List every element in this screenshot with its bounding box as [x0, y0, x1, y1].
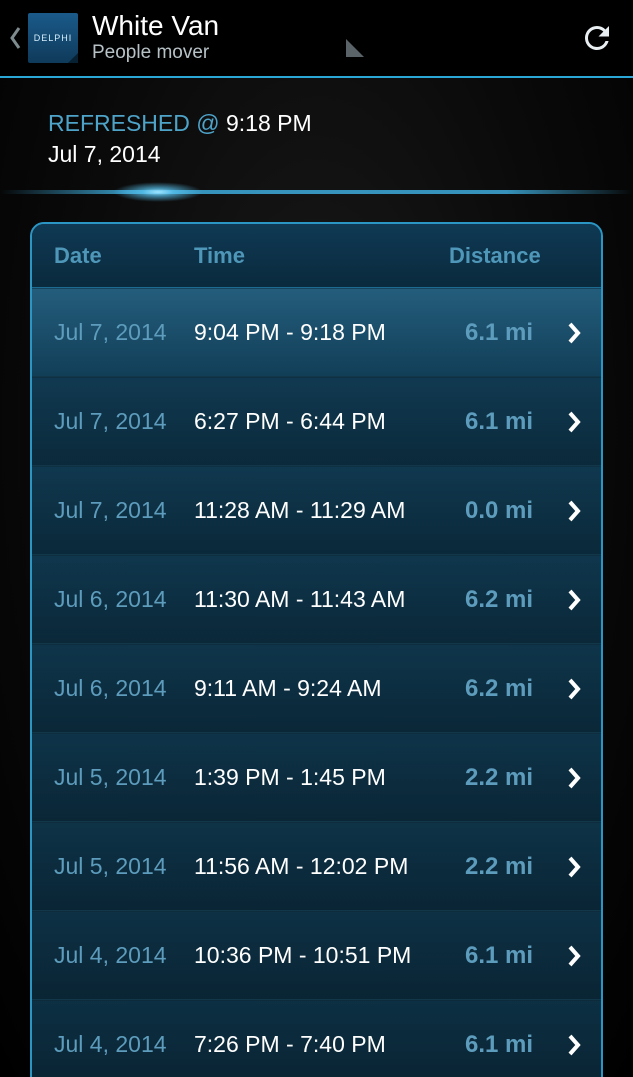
cell-date: Jul 7, 2014 — [54, 319, 194, 346]
cell-time: 11:28 AM - 11:29 AM — [194, 497, 465, 524]
refresh-date: Jul 7, 2014 — [48, 139, 613, 170]
brand-icon[interactable]: DELPHI — [28, 13, 78, 63]
cell-time: 6:27 PM - 6:44 PM — [194, 408, 465, 435]
row-chevron — [561, 498, 587, 524]
cell-distance: 2.2 mi — [465, 853, 561, 881]
cell-date: Jul 7, 2014 — [54, 497, 194, 524]
table-row[interactable]: Jul 7, 201411:28 AM - 11:29 AM0.0 mi — [32, 466, 601, 555]
chevron-right-icon — [566, 1032, 582, 1058]
cell-distance: 6.1 mi — [465, 942, 561, 970]
cell-date: Jul 4, 2014 — [54, 942, 194, 969]
cell-time: 9:11 AM - 9:24 AM — [194, 675, 465, 702]
app-bar: DELPHI White Van People mover — [0, 0, 633, 78]
header-time: Time — [194, 243, 449, 269]
cell-time: 11:56 AM - 12:02 PM — [194, 853, 465, 880]
table-row[interactable]: Jul 6, 201411:30 AM - 11:43 AM6.2 mi — [32, 555, 601, 644]
dropdown-indicator[interactable] — [342, 35, 366, 59]
table-row[interactable]: Jul 6, 20149:11 AM - 9:24 AM6.2 mi — [32, 644, 601, 733]
cell-distance: 6.2 mi — [465, 675, 561, 703]
brand-text: DELPHI — [34, 33, 73, 43]
table-row[interactable]: Jul 7, 20146:27 PM - 6:44 PM6.1 mi — [32, 377, 601, 466]
cell-date: Jul 5, 2014 — [54, 853, 194, 880]
header-distance: Distance — [449, 243, 579, 269]
table-header: Date Time Distance — [32, 224, 601, 288]
header-date: Date — [54, 243, 194, 269]
cell-time: 9:04 PM - 9:18 PM — [194, 319, 465, 346]
cell-distance: 0.0 mi — [465, 497, 561, 525]
row-chevron — [561, 854, 587, 880]
refresh-icon — [579, 20, 615, 56]
table-row[interactable]: Jul 5, 201411:56 AM - 12:02 PM2.2 mi — [32, 822, 601, 911]
back-button[interactable] — [6, 25, 28, 51]
table-row[interactable]: Jul 4, 201410:36 PM - 10:51 PM6.1 mi — [32, 911, 601, 1000]
refresh-button[interactable] — [575, 16, 619, 60]
cell-date: Jul 7, 2014 — [54, 408, 194, 435]
table-body: Jul 7, 20149:04 PM - 9:18 PM6.1 miJul 7,… — [32, 288, 601, 1077]
divider-glow — [0, 190, 633, 194]
chevron-right-icon — [566, 587, 582, 613]
cell-distance: 6.1 mi — [465, 408, 561, 436]
table-row[interactable]: Jul 4, 20147:26 PM - 7:40 PM6.1 mi — [32, 1000, 601, 1077]
table-row[interactable]: Jul 5, 20141:39 PM - 1:45 PM2.2 mi — [32, 733, 601, 822]
refresh-status: REFRESHED @ 9:18 PM Jul 7, 2014 — [0, 78, 633, 190]
row-chevron — [561, 587, 587, 613]
cell-date: Jul 5, 2014 — [54, 764, 194, 791]
chevron-right-icon — [566, 409, 582, 435]
row-chevron — [561, 1032, 587, 1058]
trips-panel: Date Time Distance Jul 7, 20149:04 PM - … — [30, 222, 603, 1077]
cell-time: 7:26 PM - 7:40 PM — [194, 1031, 465, 1058]
table-row[interactable]: Jul 7, 20149:04 PM - 9:18 PM6.1 mi — [32, 288, 601, 377]
row-chevron — [561, 409, 587, 435]
chevron-right-icon — [566, 765, 582, 791]
row-chevron — [561, 320, 587, 346]
row-chevron — [561, 765, 587, 791]
row-chevron — [561, 943, 587, 969]
vehicle-subtitle: People mover — [92, 42, 302, 65]
chevron-right-icon — [566, 498, 582, 524]
chevron-left-icon — [8, 25, 22, 51]
cell-distance: 6.2 mi — [465, 586, 561, 614]
chevron-right-icon — [566, 943, 582, 969]
row-chevron — [561, 676, 587, 702]
cell-time: 11:30 AM - 11:43 AM — [194, 586, 465, 613]
cell-time: 1:39 PM - 1:45 PM — [194, 764, 465, 791]
spinner-triangle-icon — [342, 35, 366, 59]
vehicle-name: White Van — [92, 11, 302, 42]
chevron-right-icon — [566, 320, 582, 346]
vehicle-selector[interactable]: White Van People mover — [92, 11, 302, 65]
chevron-right-icon — [566, 854, 582, 880]
cell-date: Jul 4, 2014 — [54, 1031, 194, 1058]
cell-distance: 6.1 mi — [465, 319, 561, 347]
cell-distance: 6.1 mi — [465, 1031, 561, 1059]
trips-panel-wrap: Date Time Distance Jul 7, 20149:04 PM - … — [0, 194, 633, 1077]
refresh-label: REFRESHED @ — [48, 110, 226, 136]
chevron-right-icon — [566, 676, 582, 702]
cell-distance: 2.2 mi — [465, 764, 561, 792]
cell-date: Jul 6, 2014 — [54, 586, 194, 613]
refresh-time: 9:18 PM — [226, 110, 312, 136]
cell-time: 10:36 PM - 10:51 PM — [194, 942, 465, 969]
cell-date: Jul 6, 2014 — [54, 675, 194, 702]
